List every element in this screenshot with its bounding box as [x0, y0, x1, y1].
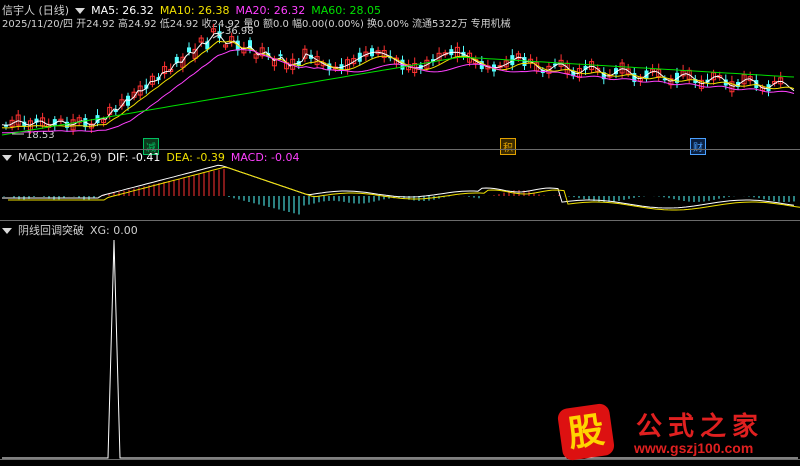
- watermark-title: 公式之家: [636, 412, 765, 442]
- watermark-logo-icon: 股: [556, 402, 616, 462]
- ma5-line: [1, 32, 795, 126]
- candle-down: [278, 54, 283, 57]
- ma60-line: [1, 56, 795, 136]
- candle-down: [113, 109, 118, 112]
- chart-canvas[interactable]: [0, 0, 800, 466]
- watermark-url: www.gszj100.com: [634, 440, 754, 456]
- dif-line: [2, 164, 795, 209]
- watermark-logo-char: 股: [565, 408, 607, 456]
- candle-down: [187, 47, 191, 53]
- watermark: 股 公式之家 www.gszj100.com: [556, 402, 800, 462]
